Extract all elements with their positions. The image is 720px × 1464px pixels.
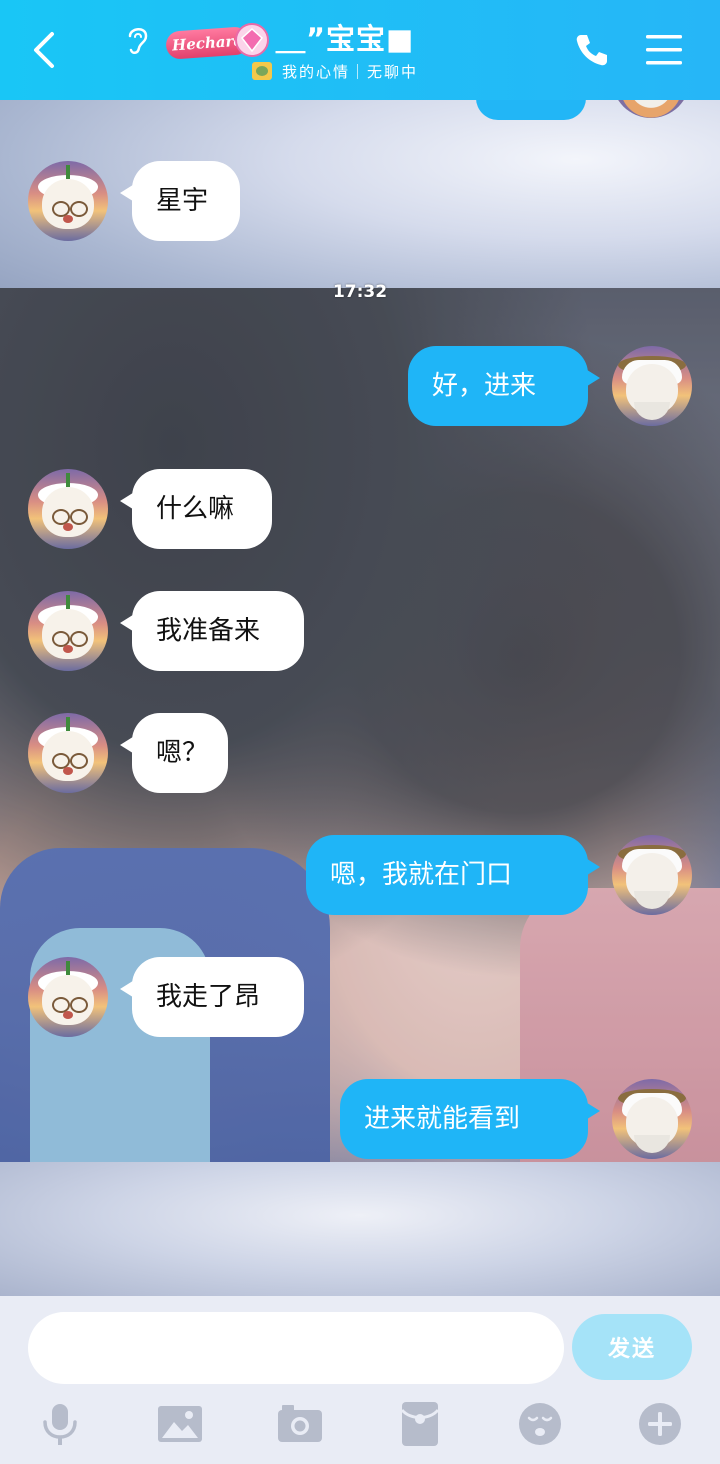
contact-avatar[interactable] bbox=[28, 957, 108, 1037]
phone-icon[interactable] bbox=[572, 30, 612, 70]
emoji-icon[interactable] bbox=[516, 1400, 564, 1448]
plus-icon[interactable] bbox=[636, 1400, 684, 1448]
my-avatar[interactable] bbox=[612, 1079, 692, 1159]
message-bubble-received[interactable]: 我准备来 bbox=[120, 591, 304, 671]
message-bubble-received[interactable]: 星宇 bbox=[120, 161, 240, 241]
message-bubble-received[interactable]: 嗯？ bbox=[120, 713, 228, 793]
mood-status: 我的心情｜无聊中 bbox=[282, 62, 419, 81]
message-bubble-sent[interactable]: 好，进来 bbox=[408, 346, 600, 426]
background-photo bbox=[0, 288, 720, 1168]
diamond-badge-icon bbox=[235, 23, 269, 57]
contact-avatar[interactable] bbox=[28, 161, 108, 241]
contact-avatar[interactable] bbox=[28, 469, 108, 549]
background-flowers-bottom bbox=[0, 1162, 720, 1296]
mood-icon bbox=[252, 62, 272, 80]
camera-icon[interactable] bbox=[276, 1400, 324, 1448]
status-row: 我的心情｜无聊中 bbox=[252, 60, 418, 82]
earpiece-mode-icon[interactable] bbox=[124, 24, 152, 58]
contact-avatar[interactable] bbox=[28, 713, 108, 793]
microphone-icon[interactable] bbox=[36, 1400, 84, 1448]
my-avatar[interactable] bbox=[612, 835, 692, 915]
message-bubble-received[interactable]: 我走了昂 bbox=[120, 957, 304, 1037]
message-bubble-sent[interactable]: 进来就能看到 bbox=[340, 1079, 600, 1159]
image-icon[interactable] bbox=[156, 1400, 204, 1448]
message-bubble-received[interactable]: 什么嘛 bbox=[120, 469, 272, 549]
back-arrow-icon[interactable] bbox=[26, 28, 66, 72]
input-bar: 发送 bbox=[0, 1296, 720, 1464]
send-button[interactable]: 发送 bbox=[572, 1314, 692, 1380]
message-input[interactable] bbox=[28, 1312, 564, 1384]
contact-avatar[interactable] bbox=[28, 591, 108, 671]
message-timestamp: 17:32 bbox=[332, 282, 388, 302]
menu-icon[interactable] bbox=[644, 32, 684, 68]
contact-name[interactable]: ＿”宝宝■ bbox=[276, 16, 414, 58]
chat-header: Hechare ＿”宝宝■ 我的心情｜无聊中 bbox=[0, 0, 720, 100]
message-bubble-sent[interactable]: 嗯，我就在门口 bbox=[306, 835, 600, 915]
my-avatar[interactable] bbox=[612, 346, 692, 426]
red-packet-icon[interactable] bbox=[396, 1400, 444, 1448]
